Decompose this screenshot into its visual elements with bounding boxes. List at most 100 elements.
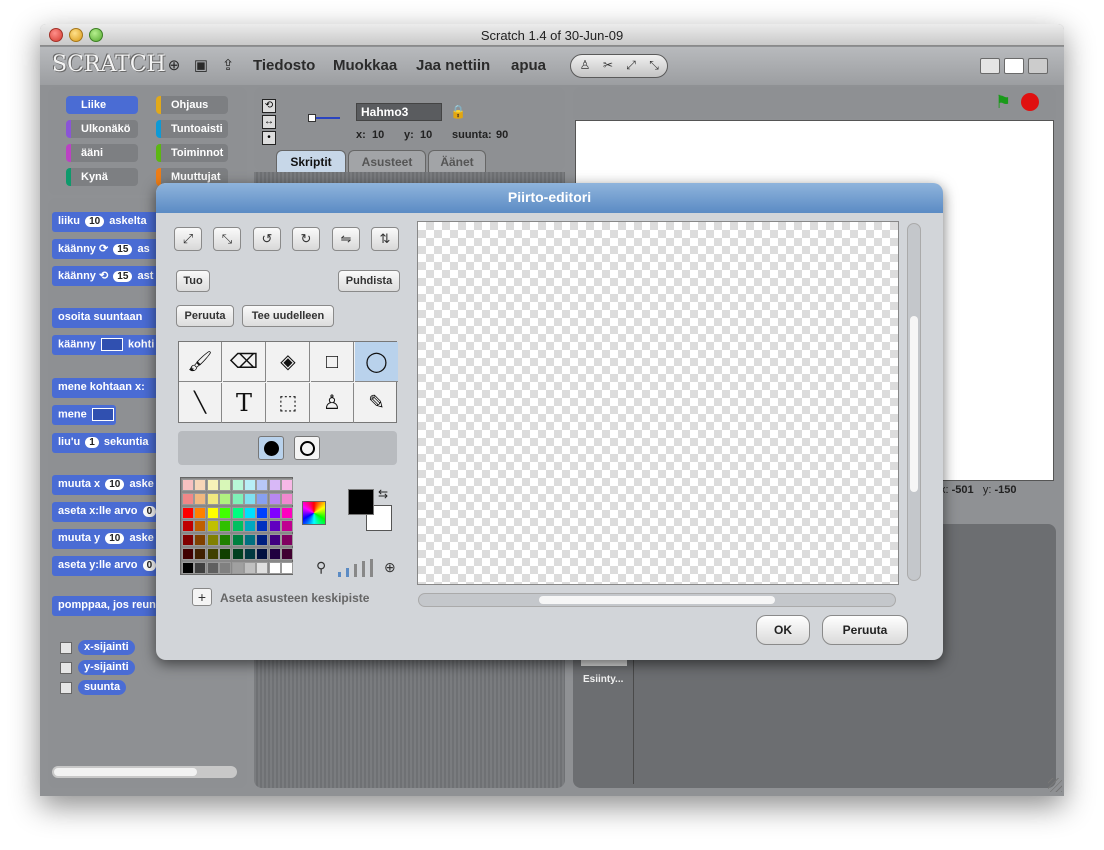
sprite-name-field[interactable]: Hahmo3 bbox=[356, 103, 442, 121]
color-swatch[interactable] bbox=[206, 561, 219, 574]
zoom-level-5[interactable] bbox=[370, 559, 373, 577]
tab-scripts[interactable]: Skriptit bbox=[276, 150, 346, 172]
line-icon[interactable]: ╲ bbox=[179, 383, 222, 423]
color-swatch[interactable] bbox=[219, 548, 232, 560]
color-swatch[interactable] bbox=[206, 492, 219, 505]
color-swatch[interactable] bbox=[219, 561, 232, 574]
color-swatch[interactable] bbox=[219, 492, 232, 505]
reporter-y-position[interactable]: y-sijainti bbox=[78, 660, 135, 675]
lock-icon[interactable]: 🔒 bbox=[450, 104, 466, 120]
palette-scrollbar[interactable] bbox=[52, 766, 237, 778]
redo-button[interactable]: Tee uudelleen bbox=[242, 305, 334, 327]
color-swatch[interactable] bbox=[281, 492, 294, 505]
canvas-horizontal-scrollbar[interactable] bbox=[418, 593, 896, 607]
color-swatch[interactable] bbox=[206, 506, 219, 519]
clear-button[interactable]: Puhdista bbox=[338, 270, 400, 292]
color-swatch[interactable] bbox=[244, 561, 256, 574]
color-swatch[interactable] bbox=[268, 492, 281, 505]
category-operators[interactable]: Toiminnot bbox=[156, 144, 228, 162]
color-swatch[interactable] bbox=[231, 506, 244, 519]
normal-stage-icon[interactable] bbox=[1004, 58, 1024, 74]
color-swatch[interactable] bbox=[182, 492, 194, 505]
color-swatch[interactable] bbox=[268, 548, 281, 560]
paint-canvas[interactable] bbox=[417, 221, 899, 585]
share-icon[interactable]: ⇪ bbox=[218, 56, 238, 76]
stamp-icon[interactable]: ♙ bbox=[311, 383, 354, 423]
color-swatch[interactable] bbox=[244, 534, 256, 547]
tab-sounds[interactable]: Äänet bbox=[428, 150, 486, 172]
color-swatch[interactable] bbox=[219, 506, 232, 519]
color-swatch[interactable] bbox=[268, 534, 281, 547]
color-swatch[interactable] bbox=[182, 520, 194, 533]
color-swatch[interactable] bbox=[256, 548, 269, 560]
canvas-vertical-scrollbar[interactable] bbox=[907, 223, 921, 581]
color-swatch[interactable] bbox=[244, 548, 256, 560]
rectangle-icon[interactable]: □ bbox=[311, 342, 354, 382]
reporter-x-position[interactable]: x-sijainti bbox=[78, 640, 135, 655]
color-swatch[interactable] bbox=[256, 506, 269, 519]
ellipse-icon[interactable]: ◯ bbox=[355, 342, 398, 382]
color-swatch[interactable] bbox=[219, 534, 232, 547]
outline-ellipse-icon[interactable] bbox=[294, 436, 320, 460]
color-swatch[interactable] bbox=[268, 506, 281, 519]
eraser-icon[interactable]: ⌫ bbox=[223, 342, 266, 382]
block-goto[interactable]: mene bbox=[52, 405, 116, 425]
rotate-left-icon[interactable]: ↺ bbox=[253, 227, 281, 251]
category-sensing[interactable]: Tuntoaisti bbox=[156, 120, 228, 138]
color-swatch[interactable] bbox=[231, 479, 244, 491]
shrink-icon[interactable]: ⤡ bbox=[213, 227, 241, 251]
swap-colors-icon[interactable]: ⇆ bbox=[378, 487, 388, 501]
scissors-icon[interactable]: ✂ bbox=[598, 58, 618, 74]
reporter-direction[interactable]: suunta bbox=[78, 680, 127, 695]
zoom-in-icon[interactable]: ⊕ bbox=[384, 559, 396, 576]
color-swatch[interactable] bbox=[281, 548, 294, 560]
color-swatch[interactable] bbox=[194, 548, 207, 560]
menu-share[interactable]: Jaa nettiin bbox=[416, 57, 490, 74]
grow-icon[interactable]: ⤢ bbox=[174, 227, 202, 251]
menu-file[interactable]: Tiedosto bbox=[253, 57, 315, 74]
color-swatch[interactable] bbox=[194, 492, 207, 505]
color-swatch[interactable] bbox=[182, 534, 194, 547]
menu-edit[interactable]: Muokkaa bbox=[333, 57, 397, 74]
color-swatch[interactable] bbox=[268, 520, 281, 533]
tab-costumes[interactable]: Asusteet bbox=[348, 150, 426, 172]
color-swatch[interactable] bbox=[206, 479, 219, 491]
menu-help[interactable]: apua bbox=[511, 57, 546, 74]
color-swatch[interactable] bbox=[206, 520, 219, 533]
zoom-level-2[interactable] bbox=[346, 568, 349, 577]
color-swatch[interactable] bbox=[281, 534, 294, 547]
green-flag-icon[interactable]: ⚑ bbox=[995, 92, 1011, 113]
eyedropper-icon[interactable]: ✎ bbox=[355, 383, 398, 423]
color-swatch[interactable] bbox=[256, 492, 269, 505]
color-swatch[interactable] bbox=[206, 534, 219, 547]
scroll-thumb[interactable] bbox=[539, 596, 775, 604]
color-swatch[interactable] bbox=[268, 561, 281, 574]
color-swatch[interactable] bbox=[194, 479, 207, 491]
color-swatch[interactable] bbox=[256, 561, 269, 574]
color-swatch[interactable] bbox=[256, 520, 269, 533]
no-rotate-icon[interactable]: • bbox=[262, 131, 276, 145]
ok-button[interactable]: OK bbox=[756, 615, 810, 645]
shrink-icon[interactable]: ⤡ bbox=[644, 58, 664, 74]
category-looks[interactable]: Ulkonäkö bbox=[66, 120, 138, 138]
save-icon[interactable]: ▣ bbox=[191, 56, 211, 76]
dropdown[interactable] bbox=[100, 338, 123, 351]
color-swatch[interactable] bbox=[231, 534, 244, 547]
color-swatch[interactable] bbox=[256, 534, 269, 547]
zoom-level-1[interactable] bbox=[338, 572, 341, 577]
color-swatch[interactable] bbox=[219, 520, 232, 533]
color-swatch[interactable] bbox=[244, 479, 256, 491]
scroll-thumb[interactable] bbox=[54, 768, 197, 776]
color-swatch[interactable] bbox=[219, 479, 232, 491]
set-center-button[interactable]: + bbox=[192, 588, 212, 606]
color-swatch[interactable] bbox=[194, 534, 207, 547]
color-swatch[interactable] bbox=[244, 520, 256, 533]
color-swatch[interactable] bbox=[231, 561, 244, 574]
color-swatch[interactable] bbox=[194, 506, 207, 519]
fill-bucket-icon[interactable]: ◈ bbox=[267, 342, 310, 382]
color-picker-icon[interactable] bbox=[302, 501, 326, 525]
category-sound[interactable]: ääni bbox=[66, 144, 138, 162]
category-motion[interactable]: Liike bbox=[66, 96, 138, 114]
rotate-style-icon[interactable]: ⟲ bbox=[262, 99, 276, 113]
text-icon[interactable]: T bbox=[223, 383, 266, 423]
